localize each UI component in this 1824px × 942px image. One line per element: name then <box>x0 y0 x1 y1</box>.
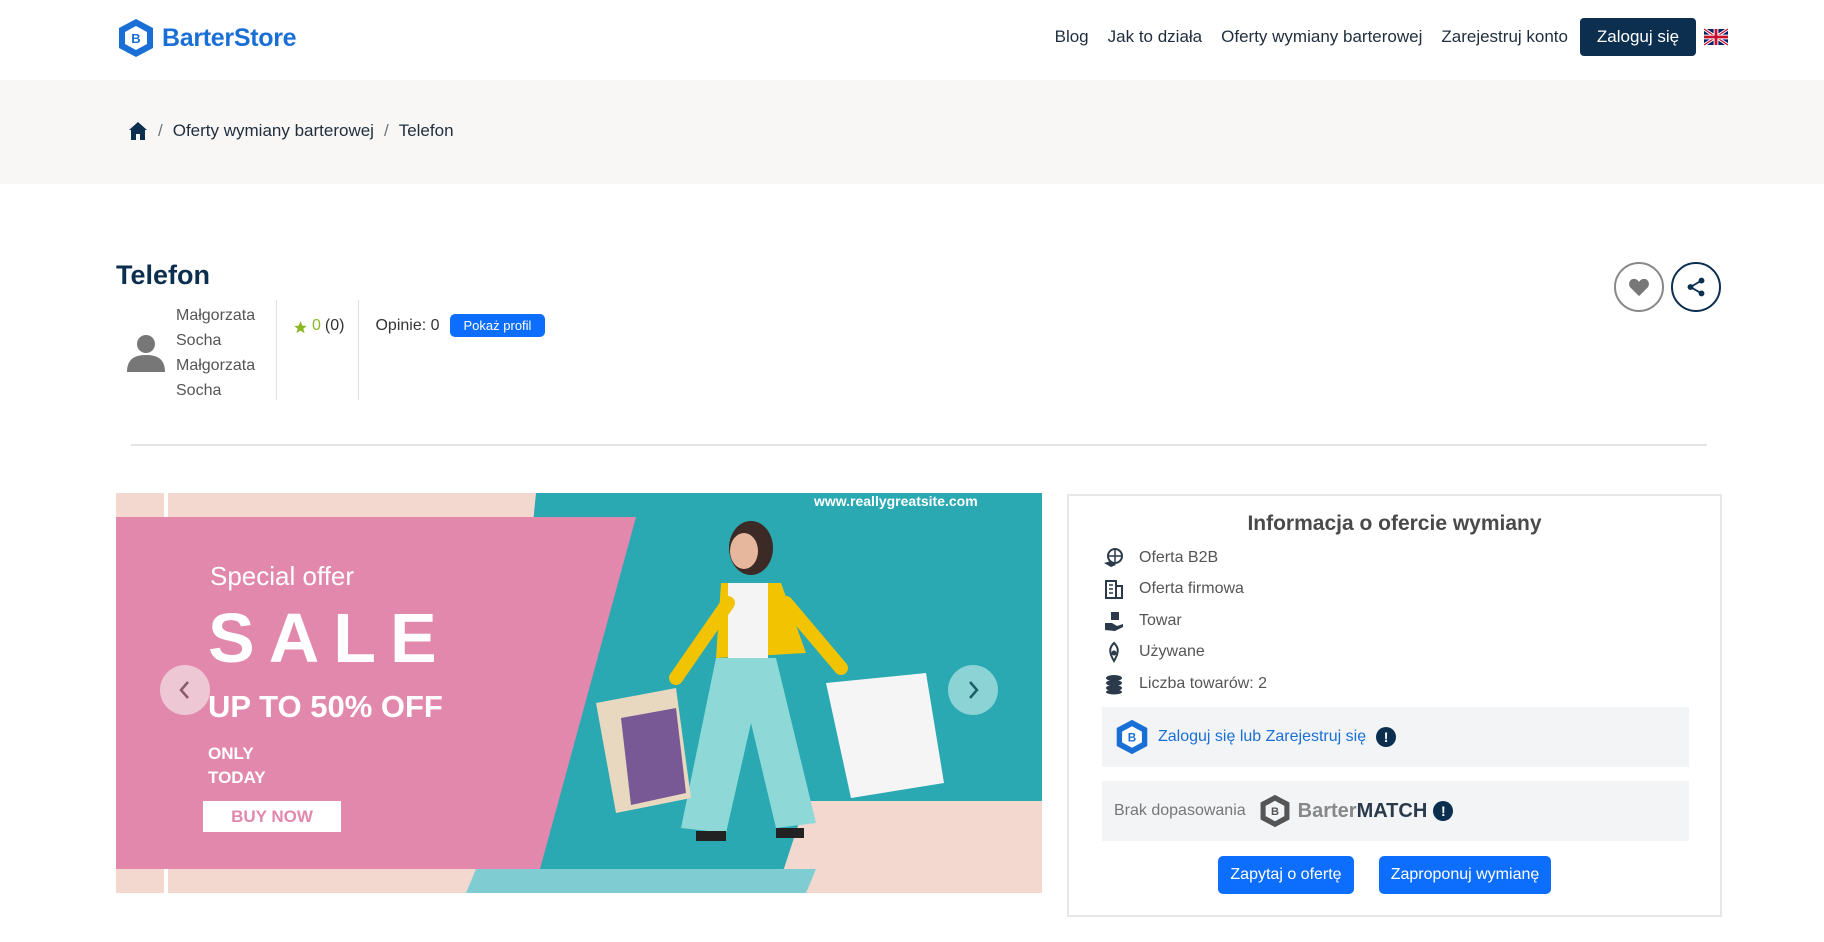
list-item: Oferta B2B <box>1103 542 1267 574</box>
list-item: Towar <box>1103 605 1267 637</box>
svg-text:B: B <box>131 31 140 46</box>
favorite-button[interactable] <box>1614 262 1664 312</box>
nav-barter-offers[interactable]: Oferty wymiany barterowej <box>1221 27 1422 47</box>
logo-icon: B <box>119 19 153 57</box>
offer-info-panel: Informacja o ofercie wymiany Oferta B2B … <box>1067 494 1722 917</box>
owner-name-line: Małgorzata Socha <box>176 357 256 399</box>
banner-only-text: ONLY <box>208 744 254 763</box>
owner-name-line: Małgorzata Socha <box>176 307 256 349</box>
info-exclamation-icon[interactable]: ! <box>1376 727 1397 747</box>
chevron-left-icon <box>179 681 189 699</box>
no-match-label: Brak dopasowania <box>1114 802 1246 819</box>
home-icon[interactable] <box>128 121 148 141</box>
handshake-globe-icon <box>1103 547 1125 569</box>
building-icon <box>1103 578 1125 600</box>
info-item-label: Towar <box>1139 611 1182 629</box>
info-item-label: Oferta B2B <box>1139 548 1219 566</box>
carousel-next-button[interactable] <box>948 665 998 715</box>
barter-match-brand: BarterMATCH <box>1298 800 1428 823</box>
star-icon <box>294 321 307 334</box>
barter-match-brand-part2: MATCH <box>1356 799 1428 822</box>
hand-box-icon <box>1103 610 1125 632</box>
login-prompt-box: B Zaloguj się lub Zarejestruj się ! <box>1102 707 1689 767</box>
rating: 0 (0) <box>277 300 358 404</box>
logo-icon: B <box>1116 719 1148 755</box>
ask-about-offer-button[interactable]: Zapytaj o ofertę <box>1218 856 1354 894</box>
breadcrumb-band: / Oferty wymiany barterowej / Telefon <box>0 80 1824 184</box>
chevron-right-icon <box>969 681 979 699</box>
coins-stack-icon <box>1103 673 1125 695</box>
share-button[interactable] <box>1671 262 1721 312</box>
info-item-label: Oferta firmowa <box>1139 580 1244 598</box>
info-item-label: Liczba towarów: 2 <box>1139 674 1268 692</box>
breadcrumb-current: Telefon <box>398 121 454 140</box>
nav-how-it-works[interactable]: Jak to działa <box>1108 27 1203 47</box>
nav-blog[interactable]: Blog <box>1055 27 1089 47</box>
propose-exchange-button[interactable]: Zaproponuj wymianę <box>1379 856 1551 894</box>
avatar[interactable] <box>116 300 176 404</box>
recycle-icon <box>1103 641 1125 664</box>
login-register-link[interactable]: Zaloguj się lub Zarejestruj się <box>1158 728 1366 746</box>
banner-special-text: Special offer <box>210 561 355 591</box>
offer-owner-row: Małgorzata Socha Małgorzata Socha 0 (0) … <box>116 300 546 404</box>
offer-image-carousel[interactable]: www.reallygreatsite.com Special offer SA… <box>116 493 1042 893</box>
barter-match-brand-part1: Barter <box>1297 799 1357 822</box>
heart-icon <box>1629 278 1649 297</box>
brand-name: BarterStore <box>162 23 297 52</box>
info-item-label: Używane <box>1139 643 1205 661</box>
banner-cta: BUY NOW <box>203 801 341 832</box>
nav-register[interactable]: Zarejestruj konto <box>1441 27 1568 47</box>
owner-name[interactable]: Małgorzata Socha Małgorzata Socha <box>176 300 276 404</box>
breadcrumb-separator: / <box>158 121 163 140</box>
banner-discount-text: UP TO 50% OFF <box>208 689 443 724</box>
section-divider <box>131 444 1707 446</box>
breadcrumb: / Oferty wymiany barterowej / Telefon <box>128 121 454 141</box>
banner-sale-text: SALE <box>208 599 451 677</box>
uk-flag-icon[interactable] <box>1704 28 1728 46</box>
login-button[interactable]: Zaloguj się <box>1580 18 1696 56</box>
list-item: Oferta firmowa <box>1103 574 1267 606</box>
svg-text:B: B <box>1271 806 1279 818</box>
rating-count: (0) <box>324 317 345 334</box>
rating-value: 0 <box>312 317 321 334</box>
user-avatar-icon <box>127 335 165 372</box>
info-panel-title: Informacja o ofercie wymiany <box>1247 512 1542 535</box>
list-item: Liczba towarów: 2 <box>1103 668 1267 700</box>
barter-match-box: Brak dopasowania B BarterMATCH ! <box>1102 781 1689 841</box>
barter-match-logo-icon: B <box>1260 794 1290 828</box>
share-icon <box>1687 277 1705 297</box>
opinions-count: Opinie: 0 <box>375 317 440 334</box>
banner-today-text: TODAY <box>208 768 266 787</box>
list-item: Używane <box>1103 637 1267 669</box>
breadcrumb-separator: / <box>383 121 389 140</box>
carousel-prev-button[interactable] <box>160 665 210 715</box>
top-header: B BarterStore Blog Jak to działa Oferty … <box>0 0 1824 80</box>
match-info-icon[interactable]: ! <box>1433 801 1454 821</box>
opinions: Opinie: 0 Pokaż profil <box>359 300 546 404</box>
breadcrumb-offers[interactable]: Oferty wymiany barterowej <box>173 121 374 141</box>
svg-text:B: B <box>1128 732 1136 745</box>
show-profile-button[interactable]: Pokaż profil <box>449 314 546 337</box>
banner-site-text: www.reallygreatsite.com <box>814 493 978 509</box>
info-list: Oferta B2B Oferta firmowa Towar Używane … <box>1103 542 1267 700</box>
brand-logo[interactable]: B BarterStore <box>116 17 297 59</box>
main-nav: Blog Jak to działa Oferty wymiany barter… <box>1036 18 1728 56</box>
page-title: Telefon <box>116 260 210 290</box>
